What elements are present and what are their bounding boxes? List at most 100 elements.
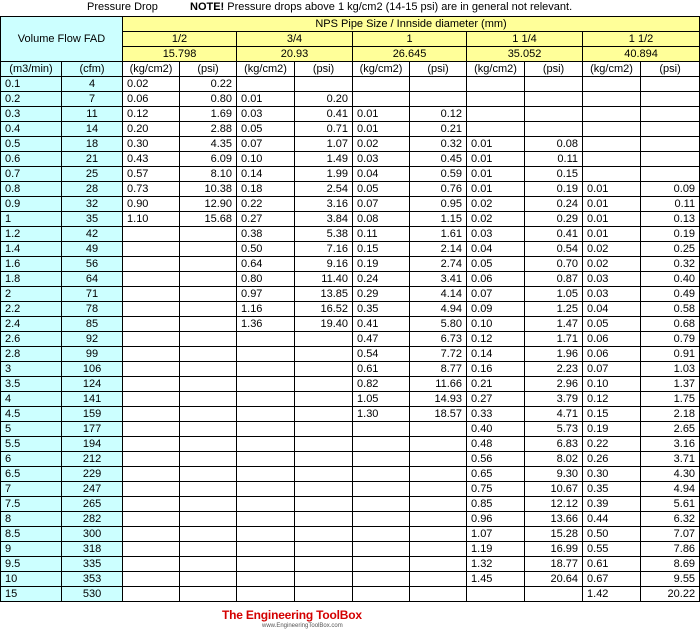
psi-cell: 15.28 — [524, 526, 584, 542]
psi-cell — [409, 436, 468, 452]
psi-cell — [409, 541, 468, 557]
psi-cell: 0.21 — [409, 121, 468, 137]
psi-cell: 2.88 — [179, 121, 238, 137]
psi-cell — [294, 436, 354, 452]
kgcm2-cell — [582, 91, 642, 107]
kgcm2-cell — [122, 481, 181, 497]
kgcm2-cell: 0.21 — [466, 376, 526, 392]
kgcm2-cell: 0.43 — [122, 151, 181, 167]
kgcm2-cell: 0.39 — [582, 496, 642, 512]
kgcm2-cell — [122, 421, 181, 437]
kgcm2-cell: 0.35 — [582, 481, 642, 497]
kgcm2-cell: 0.04 — [466, 241, 526, 257]
kgcm2-cell — [236, 586, 296, 602]
psi-cell: 16.52 — [294, 301, 354, 317]
table-row: 7.5 265 0.85 12.12 0.39 5.61 — [0, 496, 700, 512]
kgcm2-cell: 0.85 — [466, 496, 526, 512]
unit-psi: (psi) — [409, 61, 468, 77]
kgcm2-cell: 0.30 — [582, 466, 642, 482]
kgcm2-cell: 0.73 — [122, 181, 181, 197]
psi-cell: 5.38 — [294, 226, 354, 242]
flow-m3min-cell: 1.6 — [0, 256, 62, 272]
unit-kgcm2: (kg/cm2) — [352, 61, 411, 77]
psi-cell: 1.03 — [640, 361, 700, 377]
unit-kgcm2: (kg/cm2) — [236, 61, 296, 77]
psi-cell — [640, 136, 700, 152]
psi-cell — [640, 76, 700, 92]
psi-cell — [179, 241, 238, 257]
flow-cfm-cell: 71 — [60, 286, 124, 302]
flow-cfm-cell: 64 — [60, 271, 124, 287]
kgcm2-cell: 0.19 — [582, 421, 642, 437]
kgcm2-cell: 0.11 — [352, 226, 411, 242]
kgcm2-cell: 1.42 — [582, 586, 642, 602]
psi-cell — [179, 346, 238, 362]
flow-m3min-cell: 10 — [0, 571, 62, 587]
flow-cfm-cell: 177 — [60, 421, 124, 437]
psi-cell — [294, 346, 354, 362]
kgcm2-cell: 0.56 — [466, 451, 526, 467]
psi-cell: 0.22 — [179, 76, 238, 92]
psi-cell: 3.16 — [640, 436, 700, 452]
psi-cell — [409, 421, 468, 437]
inside-diameter-header: 40.894 — [582, 46, 700, 62]
kgcm2-cell — [236, 436, 296, 452]
kgcm2-cell — [236, 406, 296, 422]
kgcm2-cell — [582, 151, 642, 167]
kgcm2-cell — [236, 451, 296, 467]
psi-cell — [640, 121, 700, 137]
psi-cell: 12.12 — [524, 496, 584, 512]
kgcm2-cell: 1.32 — [466, 556, 526, 572]
psi-cell: 2.65 — [640, 421, 700, 437]
flow-m3min-cell: 0.7 — [0, 166, 62, 182]
kgcm2-cell: 0.75 — [466, 481, 526, 497]
psi-cell — [294, 526, 354, 542]
kgcm2-cell: 0.02 — [582, 256, 642, 272]
flow-m3min-cell: 0.1 — [0, 76, 62, 92]
kgcm2-cell: 0.12 — [466, 331, 526, 347]
flow-m3min-cell: 0.8 — [0, 181, 62, 197]
psi-cell: 10.67 — [524, 481, 584, 497]
logo-url: www.EngineeringToolBox.com — [262, 623, 343, 629]
psi-cell: 8.02 — [524, 451, 584, 467]
kgcm2-cell: 0.07 — [466, 286, 526, 302]
psi-cell: 0.68 — [640, 316, 700, 332]
kgcm2-cell: 1.45 — [466, 571, 526, 587]
kgcm2-cell: 0.57 — [122, 166, 181, 182]
flow-m3min-cell: 2.6 — [0, 331, 62, 347]
kgcm2-cell — [122, 391, 181, 407]
psi-cell — [409, 511, 468, 527]
psi-cell — [524, 586, 584, 602]
kgcm2-cell: 0.29 — [352, 286, 411, 302]
flow-m3min-cell: 0.5 — [0, 136, 62, 152]
kgcm2-cell — [466, 91, 526, 107]
flow-cfm-cell: 353 — [60, 571, 124, 587]
table-row: 8 282 0.96 13.66 0.44 6.32 — [0, 511, 700, 527]
kgcm2-cell: 0.05 — [352, 181, 411, 197]
table-row: 2.6 92 0.47 6.73 0.12 1.71 0.06 0.79 — [0, 331, 700, 347]
psi-cell: 1.47 — [524, 316, 584, 332]
kgcm2-cell — [352, 76, 411, 92]
psi-cell: 16.99 — [524, 541, 584, 557]
kgcm2-cell: 0.03 — [352, 151, 411, 167]
psi-cell — [640, 166, 700, 182]
kgcm2-cell: 0.09 — [466, 301, 526, 317]
psi-cell — [294, 586, 354, 602]
psi-cell: 4.14 — [409, 286, 468, 302]
psi-cell — [294, 406, 354, 422]
table-row: 0.7 25 0.57 8.10 0.14 1.99 0.04 0.59 0.01 0.15 — [0, 166, 700, 182]
kgcm2-cell — [352, 466, 411, 482]
pipe-size-header: 1/2 — [122, 31, 238, 47]
flow-m3min-cell: 2.4 — [0, 316, 62, 332]
kgcm2-cell — [352, 91, 411, 107]
note-body: Pressure drops above 1 kg/cm2 (14-15 psi… — [224, 1, 573, 13]
kgcm2-cell — [236, 526, 296, 542]
kgcm2-cell — [466, 586, 526, 602]
kgcm2-cell — [122, 301, 181, 317]
psi-cell — [409, 91, 468, 107]
flow-m3min-cell: 4 — [0, 391, 62, 407]
kgcm2-cell: 0.22 — [236, 196, 296, 212]
table-row: 1 35 1.10 15.68 0.27 3.84 0.08 1.15 0.02 0.29 0.01… — [0, 211, 700, 227]
flow-m3min-cell: 2.8 — [0, 346, 62, 362]
flow-cfm-cell: 300 — [60, 526, 124, 542]
